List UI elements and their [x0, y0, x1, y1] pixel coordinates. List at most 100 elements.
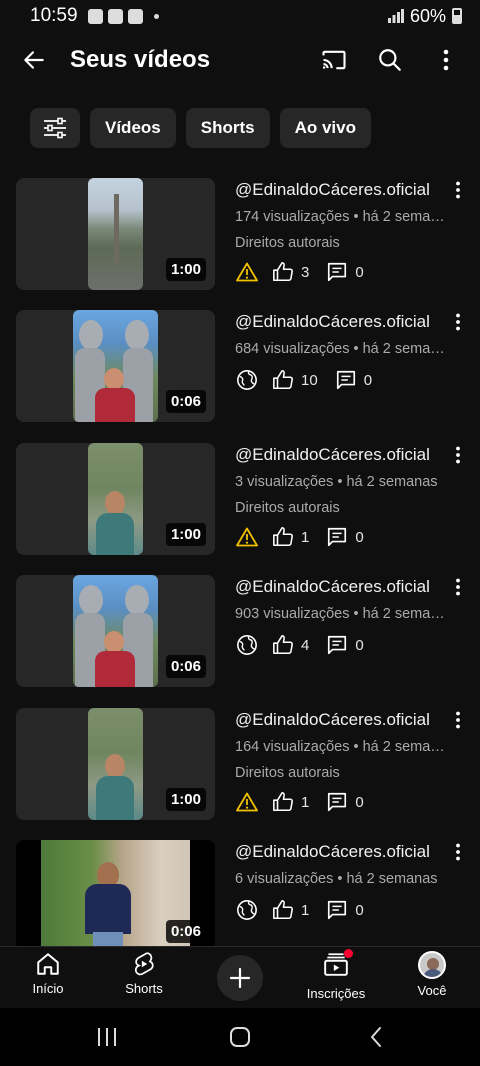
like-count: 4	[301, 636, 310, 654]
video-info: @EdinaldoCáceres.oficial 684 visualizaçõ…	[235, 310, 450, 392]
chip-live[interactable]: Ao vivo	[279, 108, 371, 148]
video-list-item[interactable]: 1:00 @EdinaldoCáceres.oficial 3 visualiz…	[0, 443, 480, 555]
more-notifications-icon	[153, 13, 159, 19]
video-duration: 1:00	[165, 788, 206, 811]
video-list-item[interactable]: 0:06 @EdinaldoCáceres.oficial 903 visual…	[0, 575, 480, 687]
video-list-item[interactable]: 1:00 @EdinaldoCáceres.oficial 174 visual…	[0, 178, 480, 290]
cast-button[interactable]	[306, 32, 362, 88]
video-thumbnail[interactable]: 0:06	[16, 575, 215, 687]
video-channel: @EdinaldoCáceres.oficial	[235, 842, 430, 861]
video-thumbnail[interactable]: 1:00	[16, 443, 215, 555]
shorts-icon	[134, 952, 154, 976]
video-stats: 1 0	[235, 898, 450, 922]
video-thumbnail[interactable]: 0:06	[16, 840, 215, 946]
video-stats: 3 0	[235, 260, 450, 284]
video-info: @EdinaldoCáceres.oficial 3 visualizações…	[235, 443, 450, 549]
more-vert-icon	[456, 711, 460, 729]
warning-icon[interactable]	[235, 790, 259, 814]
video-more-button[interactable]	[446, 310, 470, 334]
video-thumbnail[interactable]: 0:06	[16, 310, 215, 422]
status-notification-icons	[87, 8, 159, 24]
arrow-back-icon	[24, 51, 44, 69]
video-channel: @EdinaldoCáceres.oficial	[235, 180, 430, 199]
video-restriction: Direitos autorais	[235, 500, 340, 516]
status-right: 60%	[387, 5, 462, 27]
chip-shorts[interactable]: Shorts	[185, 108, 270, 148]
video-meta: 6 visualizações • há 2 semanas	[235, 871, 438, 887]
cast-icon	[322, 50, 346, 70]
search-icon	[379, 49, 401, 71]
video-channel: @EdinaldoCáceres.oficial	[235, 577, 430, 596]
video-thumbnail[interactable]: 1:00	[16, 708, 215, 820]
signal-icon	[387, 9, 404, 23]
nav-subscriptions-label: Inscrições	[306, 986, 366, 1001]
video-duration: 0:06	[165, 390, 206, 413]
status-time: 10:59	[30, 5, 78, 26]
nav-subscriptions[interactable]: Inscrições	[288, 949, 384, 1001]
comment-count: 0	[355, 263, 364, 281]
nav-home-label: Início	[32, 981, 64, 996]
notification-dot	[344, 949, 353, 958]
chevron-left-icon	[371, 1027, 381, 1047]
globe-icon[interactable]	[235, 898, 259, 922]
video-more-button[interactable]	[446, 443, 470, 467]
video-meta: 174 visualizações • há 2 semanas	[235, 209, 450, 225]
video-duration: 0:06	[165, 920, 206, 943]
video-thumbnail[interactable]: 1:00	[16, 178, 215, 290]
video-duration: 0:06	[165, 655, 206, 678]
capcut-notification-icon	[127, 8, 143, 24]
back-button[interactable]	[6, 32, 62, 88]
video-more-button[interactable]	[446, 178, 470, 202]
overflow-menu-button[interactable]	[418, 32, 474, 88]
video-list-item[interactable]: 0:06 @EdinaldoCáceres.oficial 684 visual…	[0, 310, 480, 422]
home-circle-icon	[230, 1027, 250, 1047]
subscriptions-icon-wrap	[323, 949, 353, 982]
comment-icon	[334, 368, 358, 392]
comment-count: 0	[355, 636, 364, 654]
back-system-button[interactable]	[361, 1024, 391, 1050]
nav-you-label: Você	[417, 983, 447, 998]
nav-you[interactable]: Você	[384, 951, 480, 998]
video-restriction: Direitos autorais	[235, 235, 340, 251]
video-meta: 903 visualizações • há 2 semanas	[235, 606, 450, 622]
warning-icon[interactable]	[235, 525, 259, 549]
video-more-button[interactable]	[446, 708, 470, 732]
warning-icon[interactable]	[235, 260, 259, 284]
recent-apps-button[interactable]	[92, 1024, 122, 1050]
bottom-navigation: Início Shorts Inscrições Você	[0, 946, 480, 1008]
plus-icon	[229, 967, 251, 989]
search-button[interactable]	[362, 32, 418, 88]
battery-percent: 60%	[409, 5, 446, 26]
comment-icon	[325, 525, 349, 549]
tune-icon	[44, 117, 66, 139]
video-meta: 684 visualizações • há 2 semanas	[235, 341, 450, 357]
system-navigation-bar	[0, 1008, 480, 1066]
thumbnail-image-aliens	[73, 310, 158, 422]
nav-shorts[interactable]: Shorts	[96, 951, 192, 996]
like-icon	[271, 633, 295, 657]
more-vert-icon	[456, 446, 460, 464]
avatar	[418, 951, 446, 979]
comment-icon	[325, 260, 349, 284]
home-system-button[interactable]	[225, 1024, 255, 1050]
video-stats: 1 0	[235, 790, 450, 814]
chip-videos[interactable]: Vídeos	[90, 108, 176, 148]
battery-icon	[452, 8, 462, 24]
video-list-item[interactable]: 1:00 @EdinaldoCáceres.oficial 164 visual…	[0, 708, 480, 820]
globe-icon[interactable]	[235, 368, 259, 392]
globe-icon[interactable]	[235, 633, 259, 657]
video-more-button[interactable]	[446, 840, 470, 864]
filter-settings-button[interactable]	[30, 108, 80, 148]
video-more-button[interactable]	[446, 575, 470, 599]
app-notification-icon	[107, 8, 123, 24]
comment-count: 0	[355, 528, 364, 546]
create-button[interactable]	[217, 955, 263, 1001]
nav-home[interactable]: Início	[0, 951, 96, 996]
like-icon	[271, 525, 295, 549]
like-count: 1	[301, 528, 310, 546]
app-header: Seus vídeos	[0, 32, 480, 88]
video-info: @EdinaldoCáceres.oficial 6 visualizações…	[235, 840, 450, 922]
video-list-item[interactable]: 0:06 @EdinaldoCáceres.oficial 6 visualiz…	[0, 840, 480, 946]
comment-count: 0	[355, 901, 364, 919]
more-vert-icon	[456, 843, 460, 861]
